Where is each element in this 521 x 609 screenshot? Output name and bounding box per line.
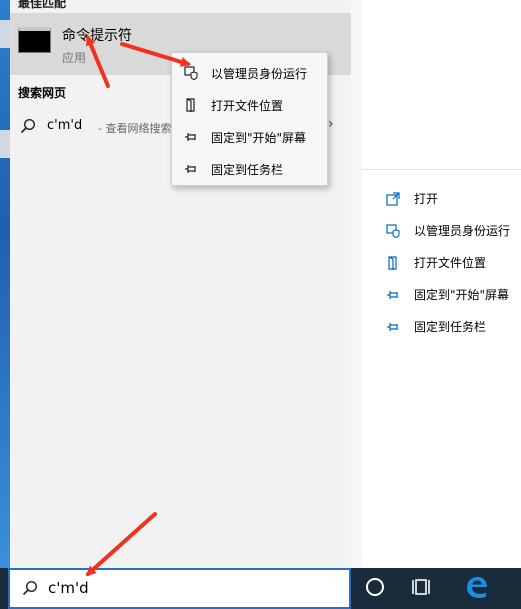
search-icon <box>22 580 38 600</box>
web-search-description: - 查看网络搜索 <box>98 122 172 135</box>
action-pin-to-start[interactable]: 固定到"开始"屏幕 <box>362 280 521 308</box>
best-match-header: 最佳匹配 <box>18 0 67 10</box>
desktop-icon[interactable] <box>0 20 10 48</box>
context-item-label: 以管理员身份运行 <box>211 67 308 81</box>
action-label: 固定到任务栏 <box>414 320 487 334</box>
action-label: 打开 <box>414 192 439 206</box>
action-label: 以管理员身份运行 <box>414 224 511 238</box>
web-search-header: 搜索网页 <box>18 86 67 100</box>
best-match-subtitle: 应用 <box>62 51 87 65</box>
pin-icon <box>184 161 198 175</box>
search-input-value[interactable]: c'm'd <box>48 579 89 597</box>
command-prompt-icon <box>18 27 51 53</box>
admin-shield-icon <box>386 223 400 239</box>
action-open-file-location[interactable]: 打开文件位置 <box>362 248 521 276</box>
context-item-open-file-location[interactable]: 打开文件位置 <box>172 88 327 120</box>
desktop-background <box>0 0 10 568</box>
cortana-icon[interactable] <box>366 578 384 596</box>
search-icon <box>20 118 36 138</box>
context-item-pin-to-start[interactable]: 固定到"开始"屏幕 <box>172 120 327 152</box>
desktop-icon[interactable] <box>0 130 10 158</box>
open-icon <box>386 191 400 206</box>
context-item-run-as-admin[interactable]: 以管理员身份运行 <box>172 56 327 88</box>
best-match-title: 命令提示符 <box>62 28 132 44</box>
admin-shield-icon <box>184 65 198 81</box>
action-run-as-admin[interactable]: 以管理员身份运行 <box>362 216 521 244</box>
web-search-query: c'm'd <box>47 118 83 133</box>
context-menu: 以管理员身份运行 打开文件位置 固定到"开始"屏幕 固定到任务栏 <box>171 52 328 186</box>
context-item-label: 固定到"开始"屏幕 <box>211 131 307 145</box>
pin-icon <box>386 319 400 333</box>
chevron-right-icon[interactable]: › <box>328 116 334 132</box>
file-location-icon <box>184 97 198 112</box>
action-label: 打开文件位置 <box>414 256 487 270</box>
task-view-icon[interactable] <box>410 576 434 598</box>
context-item-label: 打开文件位置 <box>211 99 284 113</box>
pin-icon <box>184 129 198 143</box>
action-label: 固定到"开始"屏幕 <box>414 288 510 302</box>
action-pin-to-taskbar[interactable]: 固定到任务栏 <box>362 312 521 340</box>
file-location-icon <box>386 255 400 270</box>
context-item-label: 固定到任务栏 <box>211 163 284 177</box>
edge-icon[interactable] <box>463 574 489 600</box>
pin-icon <box>386 287 400 301</box>
app-detail-pane: 打开 以管理员身份运行 打开文件位置 固定到"开始"屏幕 固定到任务栏 <box>362 0 521 568</box>
context-item-pin-to-taskbar[interactable]: 固定到任务栏 <box>172 152 327 184</box>
action-open[interactable]: 打开 <box>362 184 521 212</box>
taskbar-search-box[interactable]: c'm'd <box>8 568 351 609</box>
detail-separator <box>362 169 521 170</box>
pane-divider <box>351 0 362 568</box>
